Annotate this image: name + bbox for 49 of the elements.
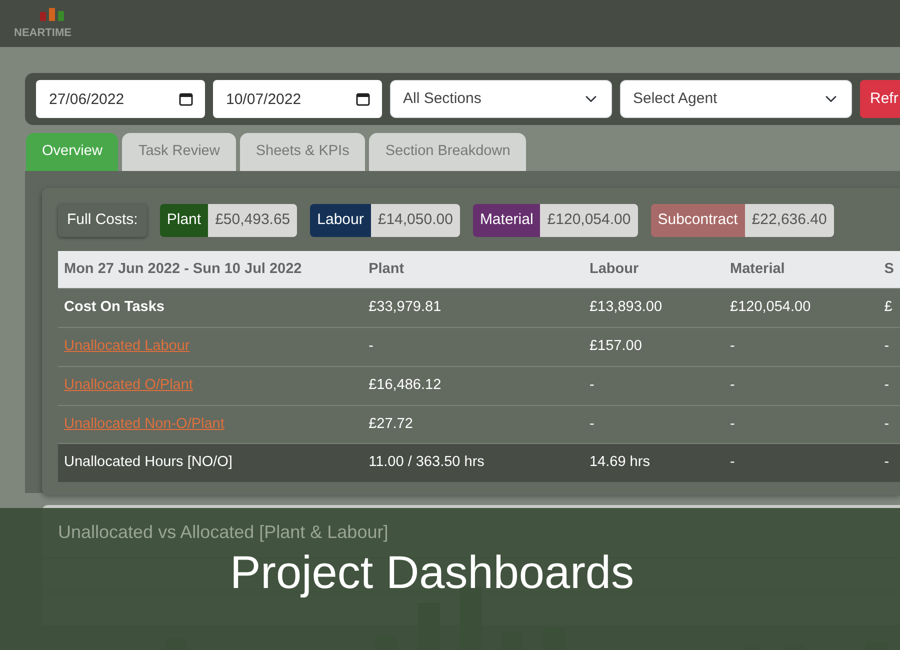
column-header: Material [724, 250, 878, 289]
calendar-icon [356, 92, 370, 106]
chart-title: Unallocated vs Allocated [Plant & Labour] [58, 522, 388, 542]
table-cell: - [724, 328, 878, 366]
tab[interactable]: Section Breakdown [369, 133, 526, 171]
cost-amount: £22,636.40 [744, 204, 834, 236]
tab[interactable]: Sheets & KPIs [240, 133, 366, 171]
banner-title: Project Dashboards [230, 544, 634, 600]
date-to-field[interactable]: 10/07/2022 [213, 80, 382, 118]
logo-text: NEARTIME [14, 27, 72, 39]
section-select[interactable]: All Sections [390, 80, 612, 118]
column-header: Mon 27 Jun 2022 - Sun 10 Jul 2022 [58, 250, 363, 289]
full-costs-label: Full Costs: [58, 204, 147, 236]
refresh-button[interactable]: Refr [860, 80, 900, 118]
table-cell: £157.00 [583, 328, 724, 366]
cost-amount: £120,054.00 [540, 204, 638, 236]
tab[interactable]: Task Review [122, 133, 236, 171]
table-cell: Cost On Tasks [58, 288, 363, 328]
cost-amount: £50,493.65 [208, 204, 298, 236]
cost-tag: Labour [310, 204, 371, 236]
table-cell: Unallocated Hours [NO/O] [58, 444, 363, 482]
table-cell: - [362, 328, 584, 366]
table-cell: - [878, 444, 900, 482]
table-cell: - [878, 328, 900, 366]
cost-tag: Material [472, 204, 540, 236]
table-link[interactable]: Unallocated Labour [64, 338, 190, 354]
tab[interactable]: Overview [26, 133, 118, 171]
table-cell: - [724, 366, 878, 405]
column-header: Labour [583, 250, 724, 289]
column-header: Plant [362, 250, 584, 289]
table-cell: 14.69 hrs [583, 444, 724, 482]
table-cell: £16,486.12 [362, 366, 584, 405]
cost-tag: Subcontract [650, 204, 745, 236]
calendar-icon [179, 92, 193, 106]
cost-amount: £14,050.00 [370, 204, 460, 236]
table-cell: 11.00 / 363.50 hrs [362, 444, 584, 482]
column-header: S [878, 250, 900, 289]
table-cell: - [878, 366, 900, 405]
table-cell: £120,054.00 [724, 288, 878, 328]
table-cell: £ [878, 288, 900, 328]
table-cell: £13,893.00 [583, 288, 724, 328]
table-link[interactable]: Unallocated Non-O/Plant [64, 416, 224, 432]
cost-tag: Plant [160, 204, 208, 236]
agent-select[interactable]: Select Agent [620, 80, 852, 118]
date-from-field[interactable]: 27/06/2022 [36, 80, 205, 118]
table-link[interactable]: Unallocated O/Plant [64, 376, 193, 393]
table-cell: £33,979.81 [362, 288, 584, 328]
table-cell: - [583, 366, 724, 405]
table-cell: - [724, 444, 878, 482]
